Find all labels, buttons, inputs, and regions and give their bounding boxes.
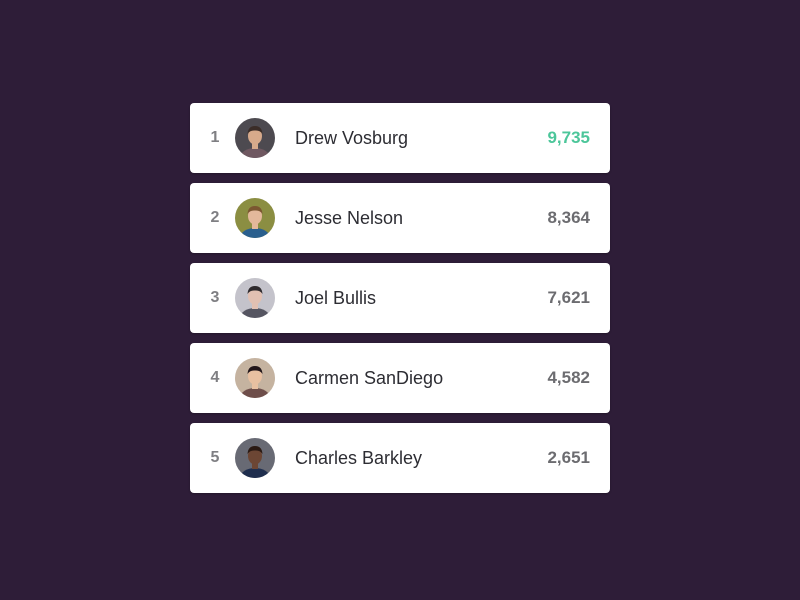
avatar-jesse-nelson: [235, 198, 275, 238]
player-score: 4,582: [547, 368, 590, 387]
leaderboard-row[interactable]: 3 Joel Bullis 7,621: [190, 263, 610, 333]
player-score: 7,621: [547, 288, 590, 307]
rank-number: 2: [210, 209, 220, 226]
player-name: Joel Bullis: [295, 288, 377, 308]
leaderboard: 1 Drew Vosburg 9,735 2 Jesse Nelson 8,364 3 Joe…: [190, 103, 610, 503]
player-score: 8,364: [547, 208, 590, 227]
avatar-charles-barkley: [235, 438, 275, 478]
rank-number: 1: [210, 129, 220, 146]
avatar-carmen-sandiego: [235, 358, 275, 398]
avatar-drew-vosburg: [235, 118, 275, 158]
leaderboard-row[interactable]: 4 Carmen SanDiego 4,582: [190, 343, 610, 413]
player-name: Jesse Nelson: [295, 208, 404, 228]
avatar-joel-bullis: [235, 278, 275, 318]
leaderboard-row[interactable]: 5 Charles Barkley 2,651: [190, 423, 610, 493]
player-score: 2,651: [547, 448, 590, 467]
rank-number: 4: [210, 369, 220, 386]
rank-number: 5: [210, 449, 220, 466]
leaderboard-row[interactable]: 1 Drew Vosburg 9,735: [190, 103, 610, 173]
player-name: Carmen SanDiego: [295, 368, 444, 388]
player-score: 9,735: [547, 128, 590, 147]
leaderboard-row[interactable]: 2 Jesse Nelson 8,364: [190, 183, 610, 253]
player-name: Charles Barkley: [295, 448, 423, 468]
player-name: Drew Vosburg: [295, 128, 409, 148]
rank-number: 3: [210, 289, 220, 306]
